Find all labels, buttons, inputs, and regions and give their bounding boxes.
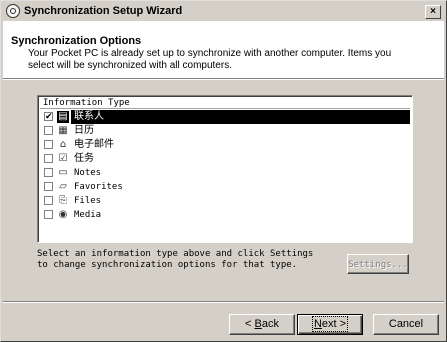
- header-description: Your Pocket PC is already set up to sync…: [28, 48, 392, 71]
- list-item[interactable]: ▭ Notes: [40, 166, 410, 180]
- list-item-label: Notes: [74, 168, 102, 178]
- title-bar[interactable]: Synchronization Setup Wizard ×: [3, 3, 444, 22]
- list-item[interactable]: ▦ 日历: [40, 124, 410, 138]
- list-column-header[interactable]: Information Type: [40, 98, 410, 109]
- list-item[interactable]: ▱ Favorites: [40, 180, 410, 194]
- settings-button[interactable]: Settings...: [347, 254, 409, 274]
- list-item-label: 日历: [74, 125, 94, 136]
- window-title: Synchronization Setup Wizard: [24, 5, 183, 17]
- list-item[interactable]: ✔ ▤ 联系人: [40, 110, 410, 124]
- notes-icon: ▭: [58, 167, 68, 178]
- item-checkbox[interactable]: [44, 140, 53, 149]
- footer-divider: [3, 301, 444, 303]
- media-icon: ◉: [58, 209, 68, 220]
- back-button[interactable]: < Back: [229, 314, 295, 335]
- item-checkbox[interactable]: [44, 126, 53, 135]
- list-item[interactable]: ⎘ Files: [40, 194, 410, 208]
- instructions-text: Select an information type above and cli…: [37, 249, 314, 270]
- contacts-icon: ▤: [57, 111, 69, 123]
- item-checkbox[interactable]: [44, 182, 53, 191]
- cancel-button-label: Cancel: [388, 318, 424, 330]
- list-item-label: 电子邮件: [74, 139, 114, 150]
- list-item[interactable]: ⌂ 电子邮件: [40, 138, 410, 152]
- next-button-label: Next >: [311, 316, 349, 332]
- wizard-header: Synchronization Options Your Pocket PC i…: [3, 22, 444, 78]
- list-item[interactable]: ☑ 任务: [40, 152, 410, 166]
- item-checkbox[interactable]: [44, 196, 53, 205]
- header-title: Synchronization Options: [11, 35, 142, 47]
- list-item-label: Favorites: [74, 182, 123, 192]
- list-item-label: Files: [74, 196, 102, 206]
- item-checkbox[interactable]: [44, 154, 53, 163]
- list-item-label: 联系人: [74, 111, 104, 122]
- selection-highlight: [71, 110, 410, 124]
- list-item-label: 任务: [74, 153, 94, 164]
- cancel-button[interactable]: Cancel: [373, 314, 439, 335]
- item-checkbox[interactable]: [44, 168, 53, 177]
- list-item[interactable]: ◉ Media: [40, 208, 410, 222]
- wizard-window: Synchronization Setup Wizard × Synchroni…: [0, 0, 447, 342]
- favorites-folder-icon: ▱: [59, 181, 67, 192]
- activesync-icon: [6, 4, 20, 18]
- list-item-label: Media: [74, 210, 102, 220]
- calendar-icon: ▦: [58, 125, 68, 136]
- item-checkbox[interactable]: [44, 210, 53, 219]
- files-icon: ⎘: [59, 195, 67, 206]
- tasks-icon: ☑: [58, 153, 68, 164]
- inbox-icon: ⌂: [59, 139, 67, 150]
- information-type-list[interactable]: Information Type ✔ ▤ 联系人 ▦ 日历 ⌂ 电子邮件 ☑ 任务 ▭ Notes ▱…: [37, 95, 413, 243]
- header-divider: [3, 78, 444, 80]
- item-checkbox[interactable]: ✔: [44, 112, 53, 122]
- back-button-label: < Back: [245, 318, 279, 330]
- next-button[interactable]: Next >: [297, 314, 363, 335]
- close-button[interactable]: ×: [425, 5, 441, 19]
- list-rows: ✔ ▤ 联系人 ▦ 日历 ⌂ 电子邮件 ☑ 任务 ▭ Notes ▱ Favorites ⎘ Files ◉ M…: [40, 110, 410, 222]
